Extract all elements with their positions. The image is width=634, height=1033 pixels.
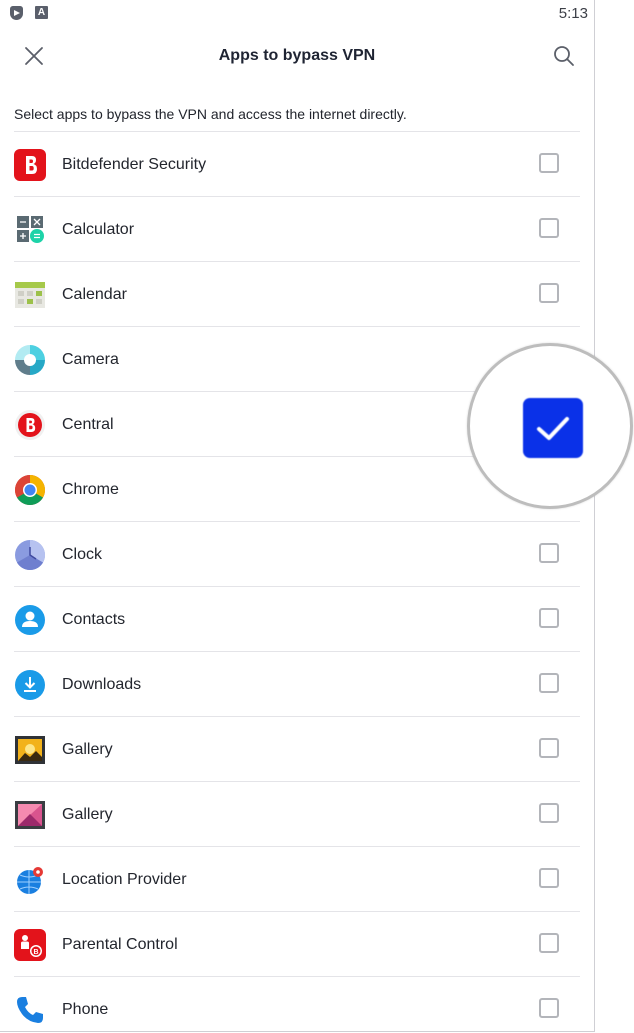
page-title: Apps to bypass VPN	[218, 47, 376, 64]
app-name: Parental Control	[62, 936, 178, 953]
list-item[interactable]: B Parental Control	[14, 911, 580, 976]
parental-control-icon: B	[14, 929, 46, 961]
app-checkbox[interactable]	[539, 218, 559, 238]
list-item[interactable]: Calendar	[14, 261, 580, 326]
app-name: Downloads	[62, 676, 142, 693]
search-button[interactable]	[548, 40, 580, 72]
app-name: Gallery	[62, 741, 113, 758]
vpn-shield-icon	[10, 6, 23, 20]
app-name: Central	[62, 416, 114, 433]
list-item[interactable]: Calculator	[14, 196, 580, 261]
page-description: Select apps to bypass the VPN and access…	[14, 106, 407, 122]
status-bar: A 5:13	[0, 0, 594, 28]
app-name: Clock	[62, 546, 103, 563]
app-name: Bitdefender Security	[62, 156, 207, 173]
svg-text:B: B	[33, 949, 38, 956]
list-item[interactable]: Gallery	[14, 716, 580, 781]
app-list: Bitdefender Security Calculator Calendar…	[14, 131, 580, 1031]
app-name: Gallery	[62, 806, 113, 823]
list-item[interactable]: Location Provider	[14, 846, 580, 911]
contacts-icon	[15, 605, 45, 635]
camera-icon	[15, 345, 45, 375]
app-checkbox[interactable]	[539, 543, 559, 563]
app-name: Calculator	[62, 221, 135, 238]
app-name: Contacts	[62, 611, 126, 628]
bitdefender-icon	[14, 149, 46, 181]
downloads-icon	[15, 670, 45, 700]
location-provider-icon	[17, 867, 43, 894]
calculator-icon	[17, 216, 44, 243]
app-bar: Apps to bypass VPN	[0, 28, 594, 86]
list-item[interactable]: Clock	[14, 521, 580, 586]
app-name: Phone	[62, 1001, 109, 1018]
app-name: Calendar	[62, 286, 127, 303]
chrome-icon	[14, 475, 46, 506]
app-checkbox[interactable]	[539, 283, 559, 303]
list-item[interactable]: Downloads	[14, 651, 580, 716]
notification-a-icon: A	[35, 6, 48, 19]
checkbox-zoom-callout	[467, 343, 633, 509]
phone-icon	[17, 997, 43, 1023]
app-checkbox[interactable]	[539, 933, 559, 953]
list-item[interactable]: Gallery	[14, 781, 580, 846]
app-checkbox[interactable]	[539, 738, 559, 758]
app-checkbox[interactable]	[539, 608, 559, 628]
status-time: 5:13	[558, 5, 588, 22]
clock-icon	[15, 540, 46, 571]
app-checkbox[interactable]	[539, 673, 559, 693]
list-item[interactable]: Bitdefender Security	[14, 131, 580, 196]
checkmark-icon	[537, 417, 569, 440]
gallery-alt-icon	[15, 801, 45, 829]
central-icon	[15, 410, 45, 440]
central-checkbox-checked[interactable]	[523, 398, 583, 458]
app-name: Chrome	[62, 481, 119, 498]
app-checkbox[interactable]	[539, 153, 559, 173]
gallery-icon	[15, 736, 45, 764]
search-icon	[554, 46, 574, 66]
app-checkbox[interactable]	[539, 803, 559, 823]
app-name: Location Provider	[62, 871, 187, 888]
calendar-icon	[15, 282, 45, 308]
list-item[interactable]: Phone	[14, 976, 580, 1031]
app-window: A 5:13 Apps to bypass VPN Select apps to…	[0, 0, 595, 1032]
app-checkbox[interactable]	[539, 998, 559, 1018]
app-name: Camera	[62, 351, 119, 368]
list-item[interactable]: Contacts	[14, 586, 580, 651]
app-checkbox[interactable]	[539, 868, 559, 888]
